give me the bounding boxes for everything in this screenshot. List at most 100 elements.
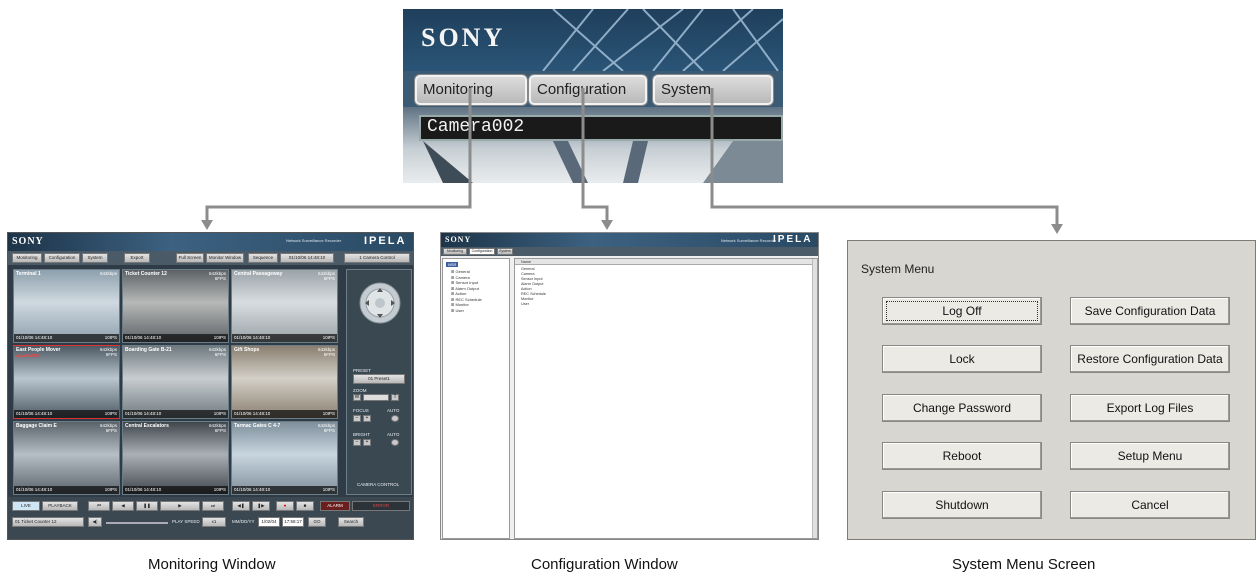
frame-forward-button[interactable]: ❚▶	[252, 501, 270, 511]
list-item[interactable]: Action	[521, 287, 532, 291]
camera-tile[interactable]: Gift Shops 642kbps 6FPS 01/10/06 14:48:10 10…	[231, 345, 338, 419]
volume-slider[interactable]	[106, 522, 168, 524]
tree-item[interactable]: ⊞ General	[451, 269, 470, 274]
focus-auto-button[interactable]	[391, 415, 399, 422]
restore-configuration-data-button[interactable]: Restore Configuration Data	[1070, 345, 1230, 373]
camera-tile[interactable]: Baggage Claim E 642kbps 6FPS 01/10/06 14:48…	[13, 421, 120, 495]
search-button[interactable]: Search	[338, 517, 364, 527]
tab-system[interactable]: System	[82, 253, 108, 263]
arrow-to-configuration	[601, 220, 613, 230]
tab-monitoring[interactable]: Monitoring	[415, 75, 527, 105]
tree-item[interactable]: ⊞ Sensor Input	[451, 280, 478, 285]
save-configuration-data-button[interactable]: Save Configuration Data	[1070, 297, 1230, 325]
list-item[interactable]: Camera	[521, 272, 535, 276]
monitor-window-select[interactable]: Monitor Window	[206, 253, 244, 263]
export-log-files-button[interactable]: Export Log Files	[1070, 394, 1230, 422]
skip-back-button[interactable]: ⏮	[88, 501, 110, 511]
tree-root[interactable]: NSR	[446, 262, 459, 267]
tab-system[interactable]: System	[653, 75, 773, 105]
play-speed-select[interactable]: x1	[202, 517, 226, 527]
tab-monitoring[interactable]: Monitoring	[12, 253, 42, 263]
tree-item[interactable]: ⊞ Monitor	[451, 302, 469, 307]
tree-item[interactable]: ⊞ Camera	[451, 275, 470, 280]
change-password-button[interactable]: Change Password	[882, 394, 1042, 422]
pan-tilt-joystick[interactable]	[359, 282, 401, 324]
skip-forward-button[interactable]: ⏭	[202, 501, 224, 511]
tab-system[interactable]: System	[497, 248, 513, 255]
camera-timestamp: 01/10/06 14:48:10	[234, 335, 271, 340]
tree-item[interactable]: ⊞ User	[451, 308, 464, 313]
camera-tile[interactable]: Tarmac Gates C 4-7 642kbps 6FPS 01/10/06 14…	[231, 421, 338, 495]
caption-monitoring: Monitoring Window	[148, 556, 276, 573]
zoomed-menu-header: SONY Monitoring Configuration System Cam…	[403, 9, 783, 183]
playback-button[interactable]: PLAYBACK	[42, 501, 78, 511]
stop-button[interactable]: ■	[296, 501, 314, 511]
camera-tile[interactable]: Central Passageway 642kbps 6FPS 01/10/06 14…	[231, 269, 338, 343]
log-off-button[interactable]: Log Off	[882, 297, 1042, 325]
preset-select[interactable]: 01 Preset1	[353, 374, 405, 384]
configuration-window: SONY Network Surveillance Recorder IPELA…	[440, 232, 819, 540]
camera-timestamp: 01/10/06 14:48:10	[16, 411, 53, 416]
time-input[interactable]: 17:58:17	[282, 517, 304, 527]
tree-item[interactable]: ⊞ REC Schedule	[451, 297, 482, 302]
list-header-row: Name	[515, 259, 817, 265]
tab-configuration[interactable]: Configuration	[44, 253, 80, 263]
ipela-logo: IPELA	[364, 235, 407, 247]
frame-back-button[interactable]: ◀❚	[232, 501, 250, 511]
configuration-title-bar: SONY Network Surveillance Recorder IPELA	[441, 233, 818, 247]
go-button[interactable]: GO	[308, 517, 326, 527]
bright-up-button[interactable]: +	[363, 439, 371, 446]
list-item[interactable]: General	[521, 267, 535, 271]
cancel-button[interactable]: Cancel	[1070, 491, 1230, 519]
sequence-button[interactable]: Sequence	[248, 253, 278, 263]
camera-control-select[interactable]: 1 Camera Control	[344, 253, 410, 263]
lock-button[interactable]: Lock	[882, 345, 1042, 373]
list-header-name[interactable]: Name	[521, 260, 531, 264]
monitoring-title-bar: SONY Network Surveillance Recorder IPELA	[8, 233, 413, 251]
bright-auto-button[interactable]	[391, 439, 399, 446]
pause-button[interactable]: ❚❚	[136, 501, 158, 511]
zoom-wide-button[interactable]: W	[353, 394, 361, 401]
list-item[interactable]: Sensor Input	[521, 277, 543, 281]
shutdown-button[interactable]: Shutdown	[882, 491, 1042, 519]
tab-configuration[interactable]: Configuration	[529, 75, 647, 105]
tab-configuration[interactable]: Configuration	[469, 248, 495, 255]
rewind-button[interactable]: ◀	[112, 501, 134, 511]
product-name: Network Surveillance Recorder	[721, 238, 777, 243]
bright-down-button[interactable]: −	[353, 439, 361, 446]
full-screen-button[interactable]: Full Screen	[176, 253, 204, 263]
sony-logo: SONY	[12, 236, 44, 247]
date-input[interactable]: 1/02/04	[258, 517, 280, 527]
caption-system: System Menu Screen	[952, 556, 1096, 573]
reboot-button[interactable]: Reboot	[882, 442, 1042, 470]
live-button[interactable]: LIVE	[12, 501, 40, 511]
record-button[interactable]: ●	[276, 501, 294, 511]
focus-far-button[interactable]: +	[363, 415, 371, 422]
play-button[interactable]: ▶	[160, 501, 200, 511]
zoom-slider[interactable]	[363, 394, 389, 401]
export-button[interactable]: Export	[124, 253, 150, 263]
camera-tile[interactable]: Central Escalators 642kbps 6FPS 01/10/06 14…	[122, 421, 229, 495]
volume-icon[interactable]: ◀)	[88, 517, 102, 527]
list-item[interactable]: REC Schedule	[521, 292, 546, 296]
list-scrollbar[interactable]	[812, 259, 817, 538]
camera-tile[interactable]: Terminal 1 642kbps 01/10/06 14:48:10 10IPS	[13, 269, 120, 343]
list-item[interactable]: Monitor	[521, 297, 534, 301]
tab-monitoring[interactable]: Monitoring	[443, 248, 467, 255]
camera-tile[interactable]: Ticket Counter 12 642kbps 6FPS 01/10/06 14:…	[122, 269, 229, 343]
tree-item[interactable]: ⊞ Action	[451, 291, 466, 296]
zoom-tele-button[interactable]: T	[391, 394, 399, 401]
camera-tile[interactable]: East People Mover 642kbps 6FPS ALARMING 01/1…	[13, 345, 120, 419]
setup-menu-button[interactable]: Setup Menu	[1070, 442, 1230, 470]
camera-ips: 10IPS	[213, 411, 226, 416]
list-item[interactable]: Alarm Output	[521, 282, 543, 286]
sony-logo: SONY	[421, 23, 506, 52]
focus-near-button[interactable]: −	[353, 415, 361, 422]
camera-footer: 01/10/06 14:48:10 10IPS	[232, 410, 337, 418]
camera-timestamp: 01/10/06 14:48:10	[234, 411, 271, 416]
camera-footer: 01/10/06 14:48:10 10IPS	[14, 410, 119, 418]
list-item[interactable]: User	[521, 302, 529, 306]
camera-select[interactable]: 01 Ticket Counter 12	[12, 517, 84, 527]
camera-tile[interactable]: Boarding Gate B-21 642kbps 6FPS 01/10/06 14…	[122, 345, 229, 419]
tree-item[interactable]: ⊞ Alarm Output	[451, 286, 479, 291]
